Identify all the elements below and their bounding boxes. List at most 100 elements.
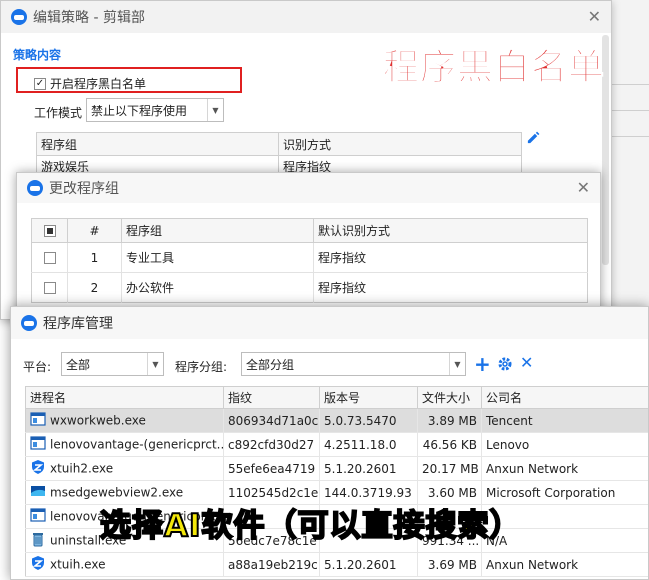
change-group-titlebar: 更改程序组 ✕ (17, 173, 600, 203)
cell-company (481, 504, 648, 529)
header-version: 版本号 (319, 386, 418, 409)
dialog-title: 更改程序组 (49, 181, 119, 197)
pencil-icon[interactable] (526, 130, 541, 148)
chevron-down-icon: ▼ (207, 99, 223, 121)
edit-strategy-titlebar: 编辑策略 - 剪辑部 ✕ (1, 1, 611, 33)
cell-version (319, 504, 418, 529)
table-row[interactable]: lenovovantage-(genericprct... c892cfd30d2… (25, 432, 648, 457)
process-name-text: uninstall.exe (50, 533, 127, 548)
process-name-text: xtuih2.exe (50, 461, 114, 476)
row-method: 程序指纹 (313, 242, 588, 273)
header-process-name: 进程名 (25, 386, 224, 409)
shield-icon (30, 555, 46, 574)
change-group-dialog: 更改程序组 ✕ # 程序组 默认识别方式 1 专业工具 程序指纹 2 办公软件 … (16, 172, 601, 322)
table-row[interactable]: msedgewebview2.exe 1102545d2c1e 144.0.3719… (25, 480, 648, 505)
add-icon[interactable]: + (474, 354, 491, 374)
process-name-text: lenovovantage-(genericprct... (50, 437, 224, 452)
mode-select[interactable]: 禁止以下程序使用 ▼ (86, 98, 224, 122)
cell-file-size: 3.89 MB (417, 408, 482, 433)
platform-label: 平台: (23, 360, 52, 374)
program-table: 进程名 指纹 版本号 文件大小 公司名 wxworkweb.exe 806934d… (25, 386, 648, 577)
mode-label: 工作模式 (34, 106, 83, 120)
cell-process-name: wxworkweb.exe (25, 408, 224, 433)
table-row[interactable]: 2 办公软件 程序指纹 (31, 272, 588, 303)
cell-fingerprint: 55efe6ea4719 (223, 456, 320, 481)
cell-company: N/A (481, 528, 648, 553)
cell-process-name: lenovovantage-(genericprct... (25, 432, 224, 457)
cell-version: 4.2511.18.0 (319, 432, 418, 457)
process-name-text: lenovovantage-(genericprct... (50, 509, 224, 524)
cell-process-name: xtuih.exe (25, 552, 224, 577)
cell-file-size: 3.60 MB (417, 480, 482, 505)
library-titlebar: 程序库管理 (11, 307, 648, 339)
process-name-text: xtuih.exe (50, 557, 106, 572)
cell-fingerprint: 56edc7e78c1e (223, 528, 320, 553)
cell-fingerprint: a88a19eb219c (223, 552, 320, 577)
cell-file-size: 991.34 ... (417, 528, 482, 553)
header-company: 公司名 (481, 386, 648, 409)
group-select[interactable]: 全部分组 ▼ (241, 352, 466, 376)
close-icon[interactable]: ✕ (588, 9, 601, 25)
delete-icon[interactable]: ✕ (520, 354, 533, 372)
cell-company: Lenovo (481, 432, 648, 457)
window-title: 编辑策略 - 剪辑部 (33, 10, 145, 26)
row-number: 1 (67, 242, 122, 273)
cell-company: Anxun Network (481, 552, 648, 577)
header-fingerprint: 指纹 (223, 386, 320, 409)
cell-version: 5.0.73.5470 (319, 408, 418, 433)
window-icon (30, 411, 46, 430)
highlight-box (16, 67, 242, 93)
platform-select[interactable]: 全部 ▼ (61, 352, 164, 376)
header-program-group: 程序组 (36, 132, 279, 156)
window-icon (30, 507, 46, 526)
table-row[interactable]: 1 专业工具 程序指纹 (31, 242, 588, 273)
cell-version: 5.1.20.2601 (319, 456, 418, 481)
chevron-down-icon: ▼ (147, 353, 163, 375)
cell-file-size: 20.17 MB (417, 456, 482, 481)
process-name-text: wxworkweb.exe (50, 413, 146, 428)
table-row[interactable]: xtuih2.exe 55efe6ea4719 5.1.20.2601 20.17 M… (25, 456, 648, 481)
gear-icon[interactable] (497, 356, 513, 375)
cell-fingerprint: c892cfd30d27 (223, 432, 320, 457)
table-row[interactable]: xtuih.exe a88a19eb219c 5.1.20.2601 3.69 MB A… (25, 552, 648, 577)
cell-file-size: 46.56 KB (417, 432, 482, 457)
program-library-dialog: 程序库管理 平台: 全部 ▼ 程序分组: 全部分组 ▼ + ✕ 进程名 指纹 版… (10, 306, 649, 580)
dialog-title: 程序库管理 (43, 316, 113, 332)
cell-fingerprint (223, 504, 320, 529)
app-logo-icon (11, 9, 27, 25)
header-number: # (67, 218, 122, 243)
window-icon (30, 435, 46, 454)
cell-version (319, 528, 418, 553)
cell-process-name: uninstall.exe (25, 528, 224, 553)
row-checkbox[interactable] (31, 272, 68, 303)
group-value: 全部分组 (246, 357, 295, 372)
row-checkbox[interactable] (31, 242, 68, 273)
cell-process-name: lenovovantage-(genericprct... (25, 504, 224, 529)
chevron-down-icon: ▼ (449, 353, 465, 375)
table-row[interactable]: uninstall.exe 56edc7e78c1e 991.34 ... N/A (25, 528, 648, 553)
cell-process-name: xtuih2.exe (25, 456, 224, 481)
table-row[interactable]: wxworkweb.exe 806934d71a0c 5.0.73.5470 3.89… (25, 408, 648, 433)
cell-version: 144.0.3719.93 (319, 480, 418, 505)
row-method: 程序指纹 (318, 281, 367, 295)
cell-file-size (417, 504, 482, 529)
app-logo-icon (21, 315, 37, 331)
cell-fingerprint: 1102545d2c1e (223, 480, 320, 505)
shield-icon (30, 459, 46, 478)
select-all-checkbox[interactable] (31, 218, 68, 243)
row-number: 2 (67, 272, 122, 303)
scrollbar[interactable] (602, 35, 609, 265)
app-logo-icon (27, 180, 43, 196)
edge-icon (30, 483, 46, 502)
trash-icon (30, 531, 46, 550)
cell-version: 5.1.20.2601 (319, 552, 418, 577)
cell-process-name: msedgewebview2.exe (25, 480, 224, 505)
cell-company: Microsoft Corporation (481, 480, 648, 505)
header-file-size: 文件大小 (417, 386, 482, 409)
close-icon[interactable]: ✕ (577, 180, 590, 196)
table-row[interactable]: lenovovantage-(genericprct... (25, 504, 648, 529)
header-recognition-method: 识别方式 (278, 132, 522, 156)
group-label: 程序分组: (175, 360, 228, 374)
mode-value: 禁止以下程序使用 (91, 103, 188, 118)
platform-value: 全部 (66, 357, 91, 372)
